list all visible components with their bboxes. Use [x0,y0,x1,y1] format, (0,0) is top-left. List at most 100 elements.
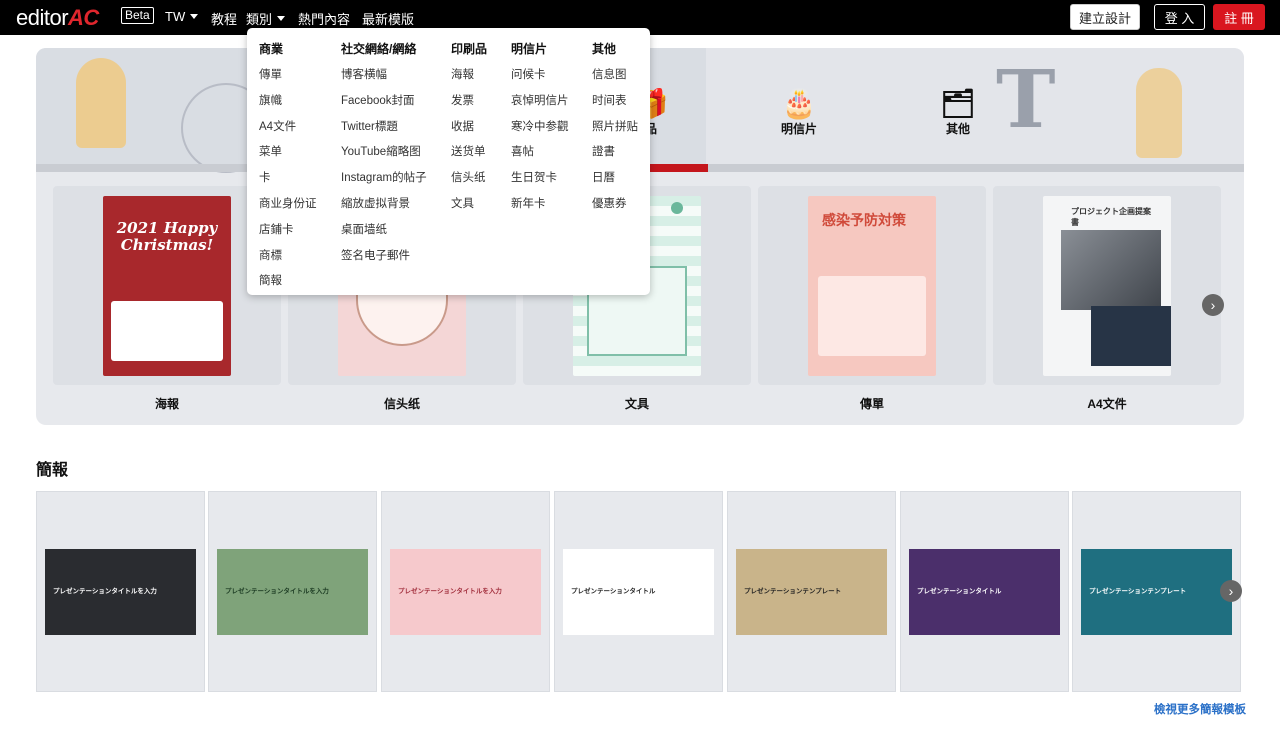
dropdown-item[interactable]: 商业身份证 [259,195,317,212]
tab-other[interactable]: 🗂 其他 [903,88,1013,137]
dropdown-item[interactable]: Twitter標題 [341,118,427,135]
register-button[interactable]: 註 冊 [1213,4,1265,30]
presentation-card[interactable]: プレゼンテーションタイトル [900,491,1069,692]
dropdown-item[interactable]: 桌面墙纸 [341,221,427,238]
view-more-presentations-link[interactable]: 檢視更多簡報模板 [1154,701,1246,717]
carousel-next-button[interactable]: › [1202,294,1224,316]
dropdown-item[interactable]: 海報 [451,66,487,83]
tab-postcard[interactable]: 🎂 明信片 [744,88,854,137]
pin-icon [671,202,683,214]
presentation-title-text: プレゼンテーションタイトルを入力 [53,588,157,595]
dropdown-item[interactable]: 博客横幅 [341,66,427,83]
nav-category[interactable]: 類別 [246,9,286,28]
presentation-card[interactable]: プレゼンテーションタイトル [554,491,723,692]
dropdown-heading: 印刷品 [451,42,488,56]
dropdown-heading: 社交網絡/網絡 [341,42,417,56]
presentation-card[interactable]: プレゼンテーションタイトルを入力 [36,491,205,692]
logo-prefix: editor [16,4,69,30]
dropdown-column-print: 印刷品 海報 发票 收据 送货单 信头纸 文具 [451,40,487,221]
dropdown-item[interactable]: 傳單 [259,66,317,83]
dropdown-item[interactable]: 文具 [451,195,487,212]
language-label: TW [165,9,186,24]
dropdown-column-social: 社交網絡/網絡 博客横幅 Facebook封面 Twitter標題 YouTub… [341,40,427,272]
poster-thumbnail: 2021 Happy Christmas! [103,196,231,376]
logo-suffix: AC [68,4,99,30]
dropdown-item[interactable]: 新年卡 [511,195,569,212]
tab-indicator-active [648,164,708,172]
nav-popular[interactable]: 熱門內容 [298,9,350,28]
dropdown-item[interactable]: 縮放虚拟背景 [341,195,427,212]
card-label[interactable]: A4文件 [993,395,1221,412]
dropdown-item[interactable]: 生日贺卡 [511,169,569,186]
dropdown-item[interactable]: 商標 [259,247,317,264]
chevron-down-icon [277,16,286,21]
dropdown-item[interactable]: 優惠券 [592,195,638,212]
presentation-title-text: プレゼンテーションタイトル [917,588,1002,595]
category-label: 類別 [246,12,273,27]
dropdown-item[interactable]: 旗幟 [259,92,317,109]
presentation-title-text: プレゼンテーションタイトルを入力 [225,588,329,595]
dropdown-item[interactable]: 喜帖 [511,143,569,160]
dropdown-item[interactable]: 哀悼明信片 [511,92,569,109]
presentation-thumbnail: プレゼンテーションテンプレート [1081,549,1232,635]
presentation-thumbnail: プレゼンテーションタイトル [563,549,714,635]
presentation-thumbnail: プレゼンテーションタイトルを入力 [390,549,541,635]
icon-grid [818,276,926,356]
building-photo [1061,230,1161,310]
dropdown-item[interactable]: 信头纸 [451,169,487,186]
thumbnail-text: 2021 Happy Christmas! [116,219,218,254]
chevron-down-icon [190,14,199,19]
presentation-title-text: プレゼンテーションテンプレート [744,588,842,595]
presentation-title-text: プレゼンテーションテンプレート [1089,588,1187,595]
dropdown-item[interactable]: YouTube縮略图 [341,143,427,160]
dropdown-column-business: 商業 傳單 旗幟 A4文件 菜单 卡 商业身份证 店鋪卡 商標 簡報 [259,40,317,298]
dropdown-item[interactable]: 时间表 [592,92,638,109]
template-card-flyer[interactable]: 感染予防対策 [758,186,986,385]
dropdown-item[interactable]: A4文件 [259,118,317,135]
event-info-box [111,301,223,361]
dropdown-item[interactable]: 信息图 [592,66,638,83]
language-menu[interactable]: TW [165,9,199,24]
presentation-next-button[interactable]: › [1220,580,1242,602]
presentation-thumbnail: プレゼンテーションタイトルを入力 [45,549,196,635]
dropdown-item[interactable]: Instagram的帖子 [341,169,427,186]
dropdown-item[interactable]: Facebook封面 [341,92,427,109]
dropdown-item[interactable]: 签名电子郵件 [341,247,427,264]
login-button[interactable]: 登 入 [1154,4,1205,30]
presentation-thumbnail: プレゼンテーションテンプレート [736,549,887,635]
editorac-logo[interactable]: editor AC [16,4,99,31]
presentation-card[interactable]: プレゼンテーションテンプレート [727,491,896,692]
dropdown-item[interactable]: 发票 [451,92,487,109]
nav-tutorial[interactable]: 教程 [211,9,237,28]
dropdown-item[interactable]: 證書 [592,143,638,160]
card-label[interactable]: 海報 [53,395,281,412]
dropdown-item[interactable]: 收据 [451,118,487,135]
dropdown-item[interactable]: 卡 [259,169,317,186]
card-label[interactable]: 文具 [523,395,751,412]
dropdown-heading: 明信片 [511,42,548,56]
chevron-right-icon: › [1228,583,1234,599]
thumbnail-text: 感染予防対策 [822,212,906,228]
building-photo [1091,306,1171,366]
nav-latest[interactable]: 最新模版 [362,9,414,28]
dropdown-item[interactable]: 簡報 [259,272,317,289]
dropdown-item[interactable]: 照片拼贴 [592,118,638,135]
tab-label: 其他 [945,122,970,136]
dropdown-item[interactable]: 送货单 [451,143,487,160]
card-label[interactable]: 傳單 [758,395,986,412]
dropdown-item[interactable]: 菜单 [259,143,317,160]
presentation-card[interactable]: プレゼンテーションタイトルを入力 [381,491,550,692]
dropdown-heading: 其他 [592,42,617,56]
presentation-card[interactable]: プレゼンテーションテンプレート [1072,491,1241,692]
dropdown-item[interactable]: 日曆 [592,169,638,186]
template-card-a4[interactable]: プロジェクト企画提案書 [993,186,1221,385]
dropdown-item[interactable]: 店鋪卡 [259,221,317,238]
card-label[interactable]: 信头纸 [288,395,516,412]
folder-icon: 🗂 [940,88,976,119]
flyer-thumbnail: 感染予防対策 [808,196,936,376]
presentation-card[interactable]: プレゼンテーションタイトルを入力 [208,491,377,692]
dropdown-item[interactable]: 寒冷中参觀 [511,118,569,135]
dropdown-column-other: 其他 信息图 时间表 照片拼贴 證書 日曆 優惠券 [592,40,638,221]
dropdown-item[interactable]: 问候卡 [511,66,569,83]
create-design-button[interactable]: 建立設計 [1070,4,1140,30]
